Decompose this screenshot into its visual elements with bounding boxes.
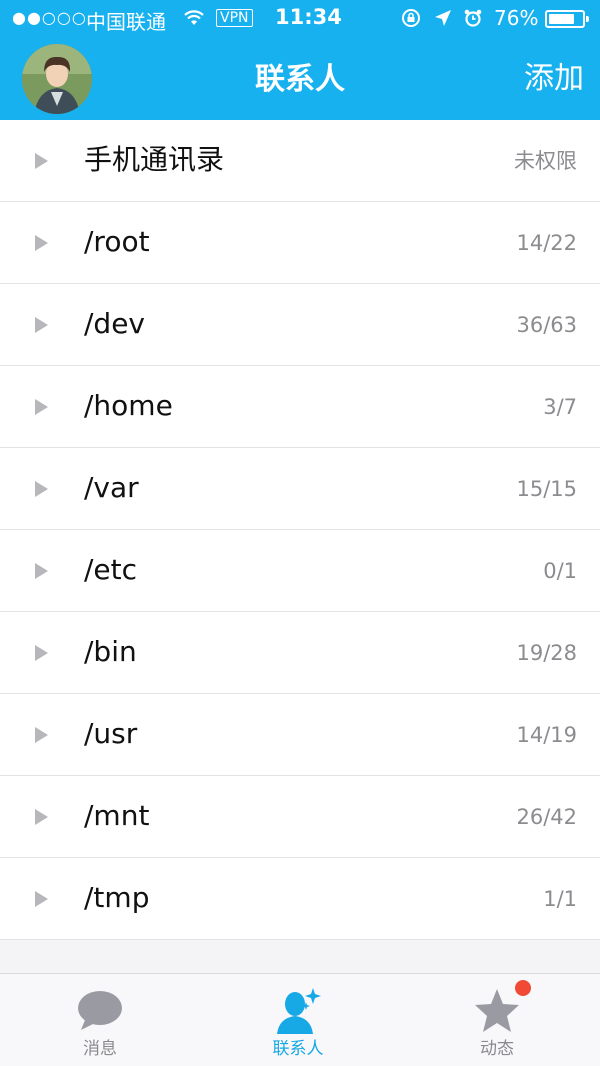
contact-group-row[interactable]: 手机通讯录 未权限 bbox=[0, 120, 600, 202]
group-name: 手机通讯录 bbox=[84, 143, 225, 176]
contact-group-row[interactable]: /etc 0/1 bbox=[0, 530, 600, 612]
contact-group-list: 手机通讯录 未权限/root 14/22/dev 36/63/home 3/7/var 1… bbox=[0, 120, 600, 940]
expand-arrow-icon bbox=[35, 563, 48, 579]
chat-bubble-icon bbox=[78, 991, 122, 1030]
carrier-name: 中国联通 bbox=[86, 10, 166, 34]
contacts-icon bbox=[277, 988, 321, 1034]
expand-arrow-icon bbox=[35, 481, 48, 497]
group-count: 14/19 bbox=[516, 723, 577, 747]
star-icon bbox=[475, 989, 519, 1032]
expand-arrow-icon bbox=[35, 317, 48, 333]
contact-group-row[interactable]: /usr 14/19 bbox=[0, 694, 600, 776]
tab-messages[interactable]: 消息 bbox=[40, 974, 160, 1066]
group-name: /etc bbox=[84, 553, 138, 586]
group-count: 未权限 bbox=[514, 149, 577, 173]
group-name: /dev bbox=[84, 307, 146, 340]
group-name: /home bbox=[84, 389, 173, 422]
battery-icon bbox=[545, 10, 589, 28]
group-count: 14/22 bbox=[516, 231, 577, 255]
signal-strength: ●●○○○ bbox=[12, 8, 87, 27]
group-count: 36/63 bbox=[516, 313, 577, 337]
contact-group-row[interactable]: /dev 36/63 bbox=[0, 284, 600, 366]
expand-arrow-icon bbox=[35, 809, 48, 825]
contact-group-row[interactable]: /bin 19/28 bbox=[0, 612, 600, 694]
status-bar: ●●○○○ 中国联通 VPN 11:34 76% bbox=[0, 0, 600, 38]
wifi-icon bbox=[184, 10, 204, 25]
vpn-badge: VPN bbox=[216, 9, 253, 27]
tab-feed[interactable]: 动态 bbox=[437, 974, 557, 1066]
group-count: 15/15 bbox=[516, 477, 577, 501]
tab-label: 联系人 bbox=[272, 1039, 324, 1059]
group-name: /usr bbox=[84, 717, 138, 750]
tab-contacts[interactable]: 联系人 bbox=[238, 974, 358, 1066]
battery-level-fill bbox=[549, 14, 574, 24]
page-title: 联系人 bbox=[255, 62, 345, 97]
contact-group-row[interactable]: /home 3/7 bbox=[0, 366, 600, 448]
contact-group-row[interactable]: /var 15/15 bbox=[0, 448, 600, 530]
group-count: 1/1 bbox=[543, 887, 577, 911]
contact-group-row[interactable]: /mnt 26/42 bbox=[0, 776, 600, 858]
location-arrow-icon bbox=[435, 10, 451, 26]
tab-bar: 消息 联系人 动态 bbox=[0, 973, 600, 1066]
expand-arrow-icon bbox=[35, 153, 48, 169]
tab-label: 动态 bbox=[480, 1039, 514, 1059]
nav-header: ●●○○○ 中国联通 VPN 11:34 76% 联系人 添加 bbox=[0, 0, 600, 120]
group-count: 0/1 bbox=[543, 559, 577, 583]
expand-arrow-icon bbox=[35, 235, 48, 251]
group-count: 19/28 bbox=[516, 641, 577, 665]
contact-group-row[interactable]: /tmp 1/1 bbox=[0, 858, 600, 940]
rotation-lock-icon bbox=[402, 9, 420, 27]
group-name: /tmp bbox=[84, 881, 150, 914]
group-count: 26/42 bbox=[516, 805, 577, 829]
tab-label: 消息 bbox=[83, 1039, 117, 1059]
expand-arrow-icon bbox=[35, 399, 48, 415]
contact-group-row[interactable]: /root 14/22 bbox=[0, 202, 600, 284]
group-name: /root bbox=[84, 225, 150, 258]
clock: 11:34 bbox=[275, 5, 342, 29]
add-button[interactable]: 添加 bbox=[524, 59, 584, 99]
group-count: 3/7 bbox=[543, 395, 577, 419]
battery-percent: 76% bbox=[494, 6, 539, 30]
expand-arrow-icon bbox=[35, 891, 48, 907]
alarm-icon bbox=[464, 9, 482, 27]
expand-arrow-icon bbox=[35, 727, 48, 743]
group-name: /bin bbox=[84, 635, 137, 668]
group-name: /mnt bbox=[84, 799, 150, 832]
group-name: /var bbox=[84, 471, 139, 504]
notification-badge bbox=[515, 980, 531, 996]
expand-arrow-icon bbox=[35, 645, 48, 661]
